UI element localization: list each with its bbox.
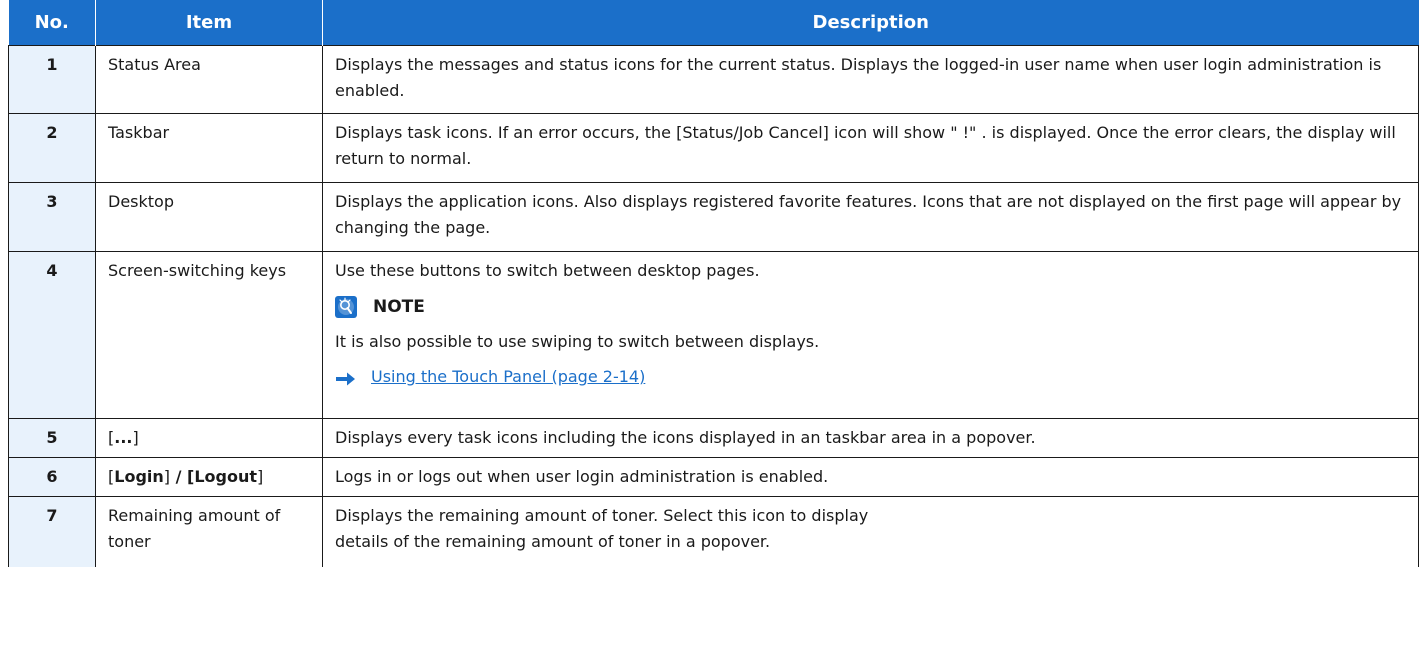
login-key-label: Login <box>114 467 164 486</box>
note-title: NOTE <box>335 293 1406 321</box>
bracket-close: ] <box>132 428 139 447</box>
row-description-with-note: Use these buttons to switch between desk… <box>322 251 1419 419</box>
note-block: NOTE It is also possible to use swiping … <box>335 293 1406 390</box>
table-row: 5 [...] Displays every task icons includ… <box>8 418 1419 458</box>
right-arrow-icon <box>335 369 357 386</box>
row-description-line-1: Displays the remaining amount of toner. … <box>335 506 869 525</box>
table-row: 1 Status Area Displays the messages and … <box>8 45 1419 114</box>
row-description-line-2: details of the remaining amount of toner… <box>335 532 771 551</box>
table-row: 6 [Login] / [Logout] Logs in or logs out… <box>8 457 1419 497</box>
row-item: [...] <box>95 418 323 458</box>
row-number: 1 <box>8 45 96 114</box>
row-item: Status Area <box>95 45 323 114</box>
row-item: Remaining amount of toner <box>95 496 323 567</box>
row-number: 2 <box>8 113 96 183</box>
note-lightbulb-icon <box>335 296 357 318</box>
header-description: Description <box>322 0 1419 46</box>
row-item: [Login] / [Logout] <box>95 457 323 497</box>
row-item: Desktop <box>95 182 323 252</box>
row-number: 5 <box>8 418 96 458</box>
table-row: 4 Screen-switching keys Use these button… <box>8 251 1419 419</box>
row-item: Taskbar <box>95 113 323 183</box>
touch-panel-reference-link[interactable]: Using the Touch Panel (page 2-14) <box>371 364 645 390</box>
table-header-row: No. Item Description <box>8 0 1419 46</box>
table-row: 3 Desktop Displays the application icons… <box>8 182 1419 252</box>
row-description: Displays the application icons. Also dis… <box>322 182 1419 252</box>
row-description: Displays the remaining amount of toner. … <box>322 496 1419 567</box>
row-number: 7 <box>8 496 96 567</box>
item-description-table-wrapper: No. Item Description 1 Status Area Displ… <box>8 0 1419 567</box>
table-row: 7 Remaining amount of toner Displays the… <box>8 496 1419 567</box>
row-description: Logs in or logs out when user login admi… <box>322 457 1419 497</box>
item-description-table: No. Item Description 1 Status Area Displ… <box>8 0 1419 567</box>
note-label: NOTE <box>373 297 425 317</box>
row-item: Screen-switching keys <box>95 251 323 419</box>
note-text: It is also possible to use swiping to sw… <box>335 332 820 351</box>
row-number: 6 <box>8 457 96 497</box>
bracket-close: ] <box>256 467 264 486</box>
row-number: 4 <box>8 251 96 419</box>
header-no: No. <box>8 0 96 46</box>
row-description: Displays every task icons including the … <box>322 418 1419 458</box>
ellipsis-key-label: ... <box>114 428 133 447</box>
reference-link-line: Using the Touch Panel (page 2-14) <box>335 364 1406 390</box>
item-separator: / <box>170 467 187 486</box>
logout-key-label: Logout <box>194 467 257 486</box>
header-item: Item <box>95 0 323 46</box>
row-number: 3 <box>8 182 96 252</box>
row-description: Displays the messages and status icons f… <box>322 45 1419 114</box>
row-description-text: Use these buttons to switch between desk… <box>335 261 760 280</box>
row-description: Displays task icons. If an error occurs,… <box>322 113 1419 183</box>
table-row: 2 Taskbar Displays task icons. If an err… <box>8 113 1419 183</box>
